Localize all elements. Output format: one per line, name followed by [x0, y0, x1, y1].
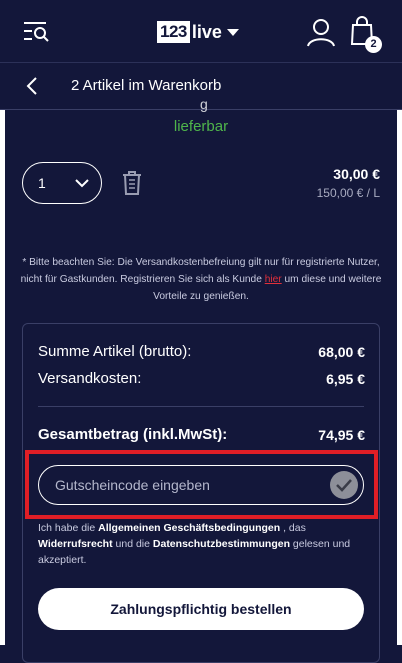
- caret-down-icon: [226, 28, 239, 36]
- items-total-value: 68,00 €: [318, 344, 365, 360]
- coupon-placeholder: Gutscheincode eingeben: [55, 477, 210, 493]
- shipping-note: * Bitte beachten Sie: Die Versandkostenb…: [20, 254, 382, 305]
- top-navigation-bar: 123 live 2: [0, 0, 402, 62]
- logo[interactable]: 123 live: [157, 21, 239, 43]
- register-link[interactable]: hier: [265, 274, 282, 285]
- logo-number: 123: [157, 21, 190, 43]
- trash-icon[interactable]: [121, 170, 143, 196]
- quantity-select[interactable]: 1: [22, 162, 102, 204]
- grand-total-label: Gesamtbetrag (inkl.MwSt):: [38, 426, 228, 443]
- chevron-down-icon: [75, 179, 89, 188]
- logo-text: live: [191, 21, 222, 42]
- grand-total-value: 74,95 €: [318, 427, 365, 443]
- quantity-value: 1: [38, 175, 46, 191]
- shipping-label: Versandkosten:: [38, 370, 142, 387]
- back-chevron-icon[interactable]: [24, 77, 40, 95]
- item-price: 30,00 €: [333, 166, 380, 182]
- shipping-value: 6,95 €: [326, 371, 365, 387]
- divider: [38, 406, 364, 407]
- menu-search-icon[interactable]: [22, 18, 50, 46]
- clipped-text: g: [200, 96, 208, 112]
- coupon-input[interactable]: Gutscheincode eingeben: [38, 465, 364, 505]
- terms-part: Ich habe die: [38, 522, 99, 534]
- place-order-button[interactable]: Zahlungspflichtig bestellen: [38, 588, 364, 630]
- terms-part: und die: [112, 538, 153, 550]
- user-icon[interactable]: [306, 17, 336, 47]
- checkmark-icon: [336, 479, 352, 492]
- availability-status: lieferbar: [173, 118, 229, 135]
- unit-price: 150,00 € / L: [316, 186, 380, 200]
- terms-part: , das: [280, 522, 306, 534]
- cart-count-badge: 2: [365, 36, 382, 53]
- items-total-label: Summe Artikel (brutto):: [38, 343, 192, 360]
- terms-text: Ich habe die Allgemeinen Geschäftsbeding…: [38, 520, 368, 568]
- withdrawal-link[interactable]: Widerrufsrecht: [38, 538, 113, 550]
- agb-link[interactable]: Allgemeinen Geschäftsbedingungen: [98, 522, 280, 534]
- privacy-link[interactable]: Datenschutzbestimmungen: [153, 538, 290, 550]
- cart-title: 2 Artikel im Warenkorb: [71, 77, 222, 94]
- coupon-submit-button[interactable]: [330, 471, 358, 499]
